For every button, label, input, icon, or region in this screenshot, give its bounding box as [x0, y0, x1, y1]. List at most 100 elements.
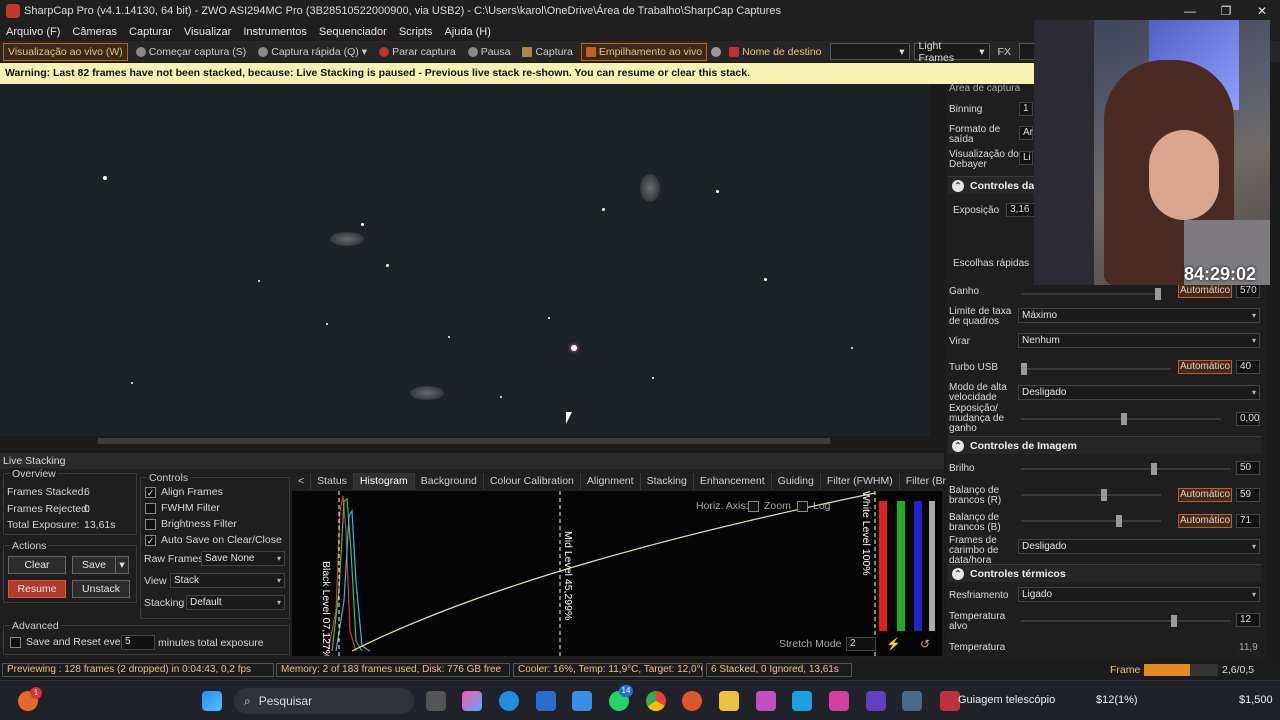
usb-input[interactable]: 40: [1236, 360, 1260, 374]
copilot-icon[interactable]: [462, 691, 482, 711]
image-controls-section[interactable]: ⌃ Controles de Imagem: [948, 436, 1262, 454]
checkbox-box[interactable]: [145, 502, 156, 514]
raw-frames-dropdown[interactable]: Save None ▾: [201, 551, 285, 566]
start-capture-button[interactable]: Começar captura (S): [132, 43, 250, 61]
live-stack-button[interactable]: Empilhamento ao vivo: [580, 42, 708, 61]
brightness-filter-checkbox[interactable]: Brightness Filter: [145, 518, 237, 530]
usb-auto-button[interactable]: Automático: [1178, 360, 1232, 374]
slider-knob[interactable]: [1171, 615, 1177, 627]
slider-knob[interactable]: [1151, 463, 1157, 475]
stretch-mode-input[interactable]: 2: [846, 637, 876, 651]
gain-slider[interactable]: [1021, 288, 1161, 300]
tab-guiding[interactable]: Guiding: [772, 473, 821, 490]
menu-tools[interactable]: Instrumentos: [237, 26, 313, 38]
auto-save-checkbox[interactable]: ✓ Auto Save on Clear/Close: [145, 534, 282, 546]
sharpcap-taskbar-icon[interactable]: [940, 691, 960, 711]
save-button[interactable]: Save: [72, 556, 116, 574]
checkbox-box[interactable]: [10, 636, 21, 648]
tabs-scroll-left[interactable]: <: [292, 473, 312, 490]
exposure-gain-input[interactable]: 0,00: [1236, 412, 1260, 426]
save-reset-minutes-input[interactable]: 5: [121, 635, 155, 650]
save-reset-checkbox[interactable]: Save and Reset every: [10, 636, 129, 648]
app-icon[interactable]: [866, 691, 886, 711]
windows-start-icon[interactable]: [202, 691, 222, 711]
wb-red-slider[interactable]: [1021, 489, 1161, 501]
debayer-dropdown[interactable]: Li: [1019, 151, 1033, 165]
auto-stretch-icon[interactable]: ⚡: [886, 637, 901, 651]
timestamp-dropdown[interactable]: Desligado ▾: [1018, 539, 1260, 554]
clear-button[interactable]: Clear: [8, 556, 66, 574]
menu-file[interactable]: Arquivo (F): [0, 26, 66, 38]
brightness-input[interactable]: 50: [1236, 461, 1260, 475]
origin-icon[interactable]: [682, 691, 702, 711]
live-view-button[interactable]: Visualização ao vivo (W): [3, 42, 128, 61]
menu-view[interactable]: Visualizar: [178, 26, 238, 38]
tab-status[interactable]: Status: [311, 473, 354, 490]
high-speed-dropdown[interactable]: Desligado ▾: [1018, 385, 1260, 400]
gain-auto-button[interactable]: Automático: [1178, 284, 1232, 298]
chrome-icon[interactable]: [646, 691, 666, 711]
tab-alignment[interactable]: Alignment: [581, 473, 641, 490]
guiding-app-label[interactable]: Guiagem telescópio: [958, 694, 1055, 706]
menu-scripts[interactable]: Scripts: [393, 26, 439, 38]
quick-capture-button[interactable]: Captura rápida (Q) ▾: [254, 43, 371, 61]
slider-knob[interactable]: [1121, 413, 1127, 425]
checkbox-box[interactable]: [145, 518, 156, 530]
taskbar-search-box[interactable]: ⌕ Pesquisar: [234, 688, 414, 714]
slider-knob[interactable]: [1021, 363, 1027, 375]
menu-capture[interactable]: Capturar: [123, 26, 178, 38]
cooling-dropdown[interactable]: Ligado ▾: [1018, 587, 1260, 602]
app-icon[interactable]: [902, 691, 922, 711]
resume-button[interactable]: Resume: [8, 580, 66, 598]
gain-input[interactable]: 570: [1236, 284, 1260, 298]
tab-histogram[interactable]: Histogram: [353, 473, 415, 490]
unstack-button[interactable]: Unstack: [72, 580, 130, 598]
close-button[interactable]: ✕: [1244, 0, 1280, 22]
tab-background[interactable]: Background: [415, 473, 484, 490]
view-dropdown[interactable]: Stack ▾: [170, 573, 285, 588]
reset-icon[interactable]: ↺: [920, 637, 930, 651]
app-icon[interactable]: [572, 691, 592, 711]
task-view-icon[interactable]: [426, 691, 446, 711]
wb-blue-slider[interactable]: [1021, 515, 1161, 527]
histogram-view[interactable]: Horiz. Axis: Zoom Log Black Level 07,127…: [292, 491, 942, 656]
scrollbar-thumb[interactable]: [98, 438, 830, 444]
slider-knob[interactable]: [1116, 515, 1122, 527]
wb-blue-auto-button[interactable]: Automático: [1178, 514, 1232, 528]
tab-filter-fwhm[interactable]: Filter (FWHM): [821, 473, 900, 490]
live-image-view[interactable]: [0, 84, 930, 436]
wb-red-auto-button[interactable]: Automático: [1178, 488, 1232, 502]
exposure-input[interactable]: 3,16: [1006, 203, 1036, 217]
tab-enhancement[interactable]: Enhancement: [694, 473, 772, 490]
app-icon[interactable]: [792, 691, 812, 711]
menu-cameras[interactable]: Câmeras: [66, 26, 123, 38]
save-dropdown-button[interactable]: ▾: [115, 556, 129, 574]
tab-colour-calibration[interactable]: Colour Calibration: [484, 473, 581, 490]
wb-red-input[interactable]: 59: [1236, 488, 1260, 502]
edge-icon[interactable]: [499, 691, 519, 711]
image-horizontal-scrollbar[interactable]: [0, 436, 930, 446]
usb-turbo-slider[interactable]: [1021, 363, 1171, 375]
fwhm-filter-checkbox[interactable]: FWHM Filter: [145, 502, 220, 514]
zoom-checkbox[interactable]: Zoom: [748, 500, 791, 512]
flip-dropdown[interactable]: Nenhum ▾: [1018, 333, 1260, 348]
slider-knob[interactable]: [1155, 288, 1161, 300]
app-icon[interactable]: [756, 691, 776, 711]
file-explorer-icon[interactable]: [719, 691, 739, 711]
stacking-dropdown[interactable]: Default ▾: [186, 595, 285, 610]
store-icon[interactable]: [536, 691, 556, 711]
capture-button[interactable]: Captura: [518, 43, 576, 61]
tab-stacking[interactable]: Stacking: [641, 473, 694, 490]
exposure-gain-slider[interactable]: [1021, 413, 1221, 425]
checkbox-box[interactable]: ✓: [145, 486, 156, 498]
menu-help[interactable]: Ajuda (H): [438, 26, 496, 38]
minimize-button[interactable]: —: [1172, 0, 1208, 22]
binning-dropdown[interactable]: 1: [1019, 102, 1033, 116]
frame-rate-dropdown[interactable]: Máximo ▾: [1018, 308, 1260, 323]
align-frames-checkbox[interactable]: ✓ Align Frames: [145, 486, 223, 498]
checkbox-box[interactable]: [748, 500, 759, 512]
slider-knob[interactable]: [1101, 489, 1107, 501]
target-temp-input[interactable]: 12: [1236, 613, 1260, 627]
output-format-dropdown[interactable]: Ar: [1019, 126, 1033, 140]
brightness-slider[interactable]: [1021, 463, 1231, 475]
